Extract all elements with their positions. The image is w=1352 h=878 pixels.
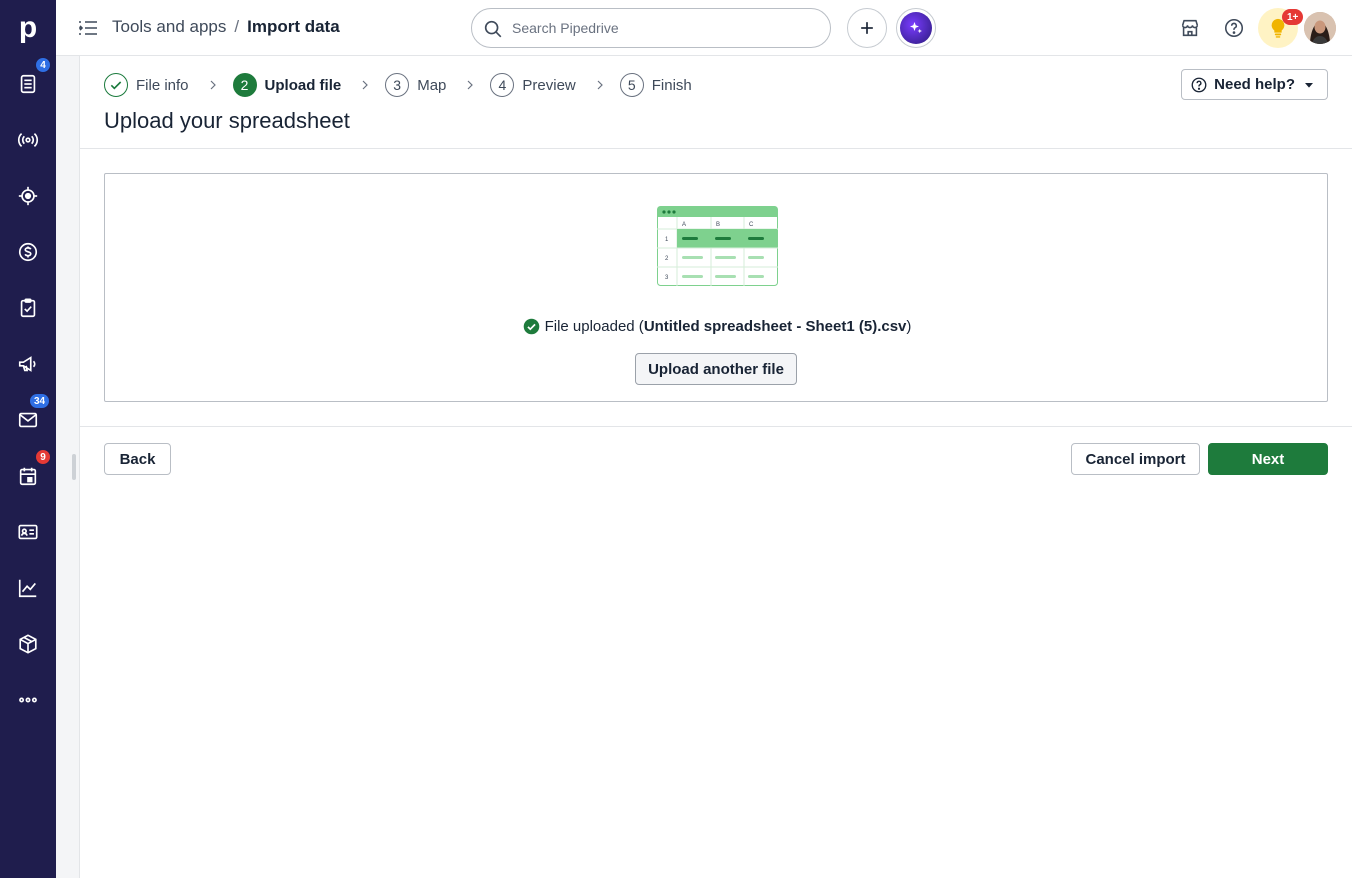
- next-button[interactable]: Next: [1208, 443, 1328, 475]
- step-number: 4: [490, 73, 515, 97]
- sidebar-gutter: [56, 56, 80, 878]
- import-content: File info 2 Upload file 3 Map 4 Preview …: [80, 57, 1352, 878]
- target-icon: [18, 186, 38, 206]
- leads-inbox-icon: [20, 74, 36, 94]
- svg-text:B: B: [716, 222, 720, 228]
- search-bar[interactable]: [471, 8, 831, 48]
- menu-toggle-icon[interactable]: [76, 16, 100, 40]
- mail-icon: [18, 412, 38, 428]
- sidebar-item-deals-focus[interactable]: [0, 168, 56, 224]
- megaphone-icon: [18, 356, 36, 372]
- step-finish: 5 Finish: [619, 73, 692, 97]
- avatar[interactable]: [1304, 12, 1336, 44]
- notification-badge: 1+: [1282, 9, 1304, 25]
- broadcast-icon: [17, 132, 39, 148]
- contacts-card-icon: [18, 524, 38, 540]
- step-label: Finish: [651, 76, 692, 94]
- leads-badge: 4: [35, 57, 51, 73]
- page-title: Upload your spreadsheet: [104, 108, 350, 133]
- spreadsheet-illustration: A B C 1 2 3: [657, 206, 778, 286]
- step-label: Map: [417, 76, 447, 94]
- step-number: 3: [385, 73, 410, 97]
- resize-handle[interactable]: [72, 454, 76, 480]
- sidebar-item-deals[interactable]: [0, 224, 56, 280]
- sidebar-item-activities[interactable]: [0, 280, 56, 336]
- status-prefix: File uploaded (: [544, 318, 644, 335]
- top-bar: Tools and apps / Import data 1+: [56, 0, 1352, 56]
- breadcrumb-tools-and-apps[interactable]: Tools and apps: [112, 17, 226, 37]
- back-button[interactable]: Back: [104, 443, 171, 475]
- sidebar-item-insights[interactable]: [0, 560, 56, 616]
- calendar-icon: [19, 467, 37, 486]
- sidebar-item-leads[interactable]: 4: [0, 56, 56, 112]
- step-file-info: File info: [104, 73, 189, 97]
- sidebar-item-campaigns-marketing[interactable]: [0, 336, 56, 392]
- caret-down-icon: [1305, 82, 1313, 88]
- step-map: 3 Map: [385, 73, 446, 97]
- breadcrumb-separator: /: [234, 17, 240, 36]
- chart-line-icon: [18, 579, 37, 598]
- sparkle-icon: [900, 12, 932, 44]
- chevron-right-icon: [353, 73, 377, 97]
- uploaded-file-name: Untitled spreadsheet - Sheet1 (5).csv: [643, 318, 907, 335]
- calendar-badge: 9: [35, 449, 51, 465]
- add-button[interactable]: [847, 8, 887, 48]
- search-input[interactable]: [512, 20, 812, 36]
- chevron-right-icon: [201, 73, 225, 97]
- pipedrive-logo[interactable]: p: [0, 0, 56, 56]
- dollar-icon: [18, 242, 38, 262]
- sidebar-item-more[interactable]: [0, 672, 56, 728]
- step-done-check-icon: [104, 73, 128, 97]
- search-icon: [484, 20, 502, 38]
- success-check-icon: [523, 318, 539, 335]
- svg-text:A: A: [682, 222, 686, 228]
- sidebar-item-campaigns[interactable]: [0, 112, 56, 168]
- box-icon: [19, 634, 37, 654]
- status-suffix: ): [906, 318, 912, 335]
- step-preview: 4 Preview: [490, 73, 576, 97]
- chevron-right-icon: [588, 73, 612, 97]
- upload-another-file-button[interactable]: Upload another file: [635, 353, 797, 385]
- chevron-right-icon: [458, 73, 482, 97]
- upload-panel: A B C 1 2 3 File uploaded (Untitled spre…: [104, 173, 1328, 402]
- more-icon: [19, 697, 37, 703]
- header-divider: [80, 148, 1352, 149]
- marketplace-icon[interactable]: [1176, 14, 1204, 42]
- plus-icon: [861, 22, 873, 34]
- help-circle-icon: [1191, 77, 1207, 92]
- sidebar: p 4 34 9: [0, 0, 56, 878]
- svg-text:C: C: [749, 222, 754, 228]
- sidebar-item-contacts[interactable]: [0, 504, 56, 560]
- help-icon[interactable]: [1220, 14, 1248, 42]
- sidebar-item-mail[interactable]: 34: [0, 392, 56, 448]
- clipboard-check-icon: [20, 298, 36, 318]
- need-help-label: Need help?: [1214, 76, 1295, 93]
- step-label: File info: [136, 76, 189, 94]
- step-label: Preview: [522, 76, 576, 94]
- sidebar-item-calendar[interactable]: 9: [0, 448, 56, 504]
- step-number: 2: [232, 73, 257, 97]
- need-help-button[interactable]: Need help?: [1181, 69, 1328, 100]
- import-steps: File info 2 Upload file 3 Map 4 Preview …: [104, 73, 692, 97]
- step-upload-file: 2 Upload file: [232, 73, 342, 97]
- step-number: 5: [619, 73, 644, 97]
- cancel-import-button[interactable]: Cancel import: [1071, 443, 1200, 475]
- ai-assistant-button[interactable]: [896, 8, 936, 48]
- logo-text: p: [18, 11, 38, 44]
- breadcrumb: Tools and apps / Import data: [112, 17, 340, 37]
- step-label: Upload file: [264, 76, 342, 94]
- sidebar-item-products[interactable]: [0, 616, 56, 672]
- breadcrumb-import-data: Import data: [247, 17, 340, 36]
- footer-divider: [80, 426, 1352, 427]
- file-upload-status: File uploaded (Untitled spreadsheet - Sh…: [105, 318, 1329, 335]
- mail-badge: 34: [29, 393, 51, 409]
